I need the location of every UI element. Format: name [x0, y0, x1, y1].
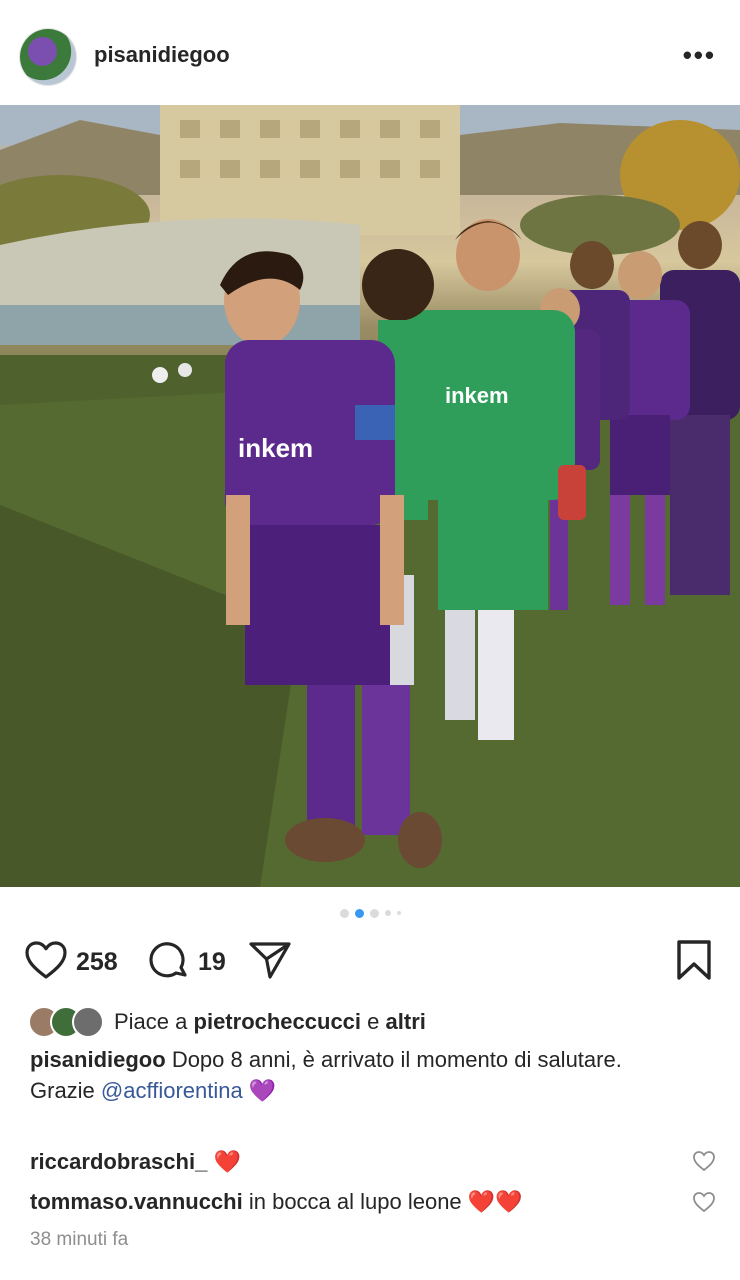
- profile-avatar[interactable]: [20, 29, 76, 85]
- carousel-dot: [384, 910, 391, 916]
- liked-by-user[interactable]: pietrocheccucci: [194, 1009, 362, 1034]
- liked-by-row[interactable]: Piace a pietrocheccucci e altri: [28, 1006, 426, 1038]
- carousel-dot: [369, 908, 379, 918]
- post-caption: pisanidiegoo Dopo 8 anni, è arrivato il …: [30, 1044, 710, 1106]
- caption-text: Dopo 8 anni, è arrivato il momento di sa…: [171, 1047, 622, 1072]
- carousel-dot: [339, 908, 349, 918]
- caption-thanks: Grazie: [30, 1078, 95, 1103]
- comment-like-heart-icon[interactable]: [692, 1191, 716, 1218]
- caption-author[interactable]: pisanidiegoo: [30, 1047, 166, 1072]
- post-photo-illustration: inkem inkem: [0, 105, 740, 887]
- more-options-icon[interactable]: •••: [683, 40, 716, 70]
- like-button[interactable]: 258: [24, 940, 118, 985]
- liked-by-text: Piace a pietrocheccucci e altri: [114, 1009, 426, 1034]
- post-actions: 258 19: [0, 940, 740, 985]
- like-count[interactable]: 258: [76, 948, 118, 977]
- post-header: pisanidiegoo •••: [0, 0, 740, 105]
- comment-like-heart-icon[interactable]: [692, 1150, 716, 1177]
- comment-username[interactable]: riccardobraschi_: [30, 1149, 207, 1174]
- comment-icon: [148, 939, 190, 986]
- send-icon: [248, 940, 292, 985]
- carousel-dot: [396, 911, 401, 915]
- save-button[interactable]: [676, 940, 712, 985]
- carousel-dot-active: [354, 908, 364, 918]
- carousel-indicator: [0, 906, 740, 920]
- comment-item: riccardobraschi_ ❤️: [30, 1149, 670, 1175]
- svg-text:inkem: inkem: [445, 383, 509, 408]
- post-photo[interactable]: inkem inkem: [0, 105, 740, 887]
- post-username[interactable]: pisanidiegoo: [94, 42, 230, 68]
- comment-count[interactable]: 19: [198, 948, 226, 977]
- comment-button[interactable]: 19: [148, 940, 226, 985]
- comment-text: in bocca al lupo leone ❤️❤️: [248, 1189, 523, 1214]
- caption-emoji: 💜: [248, 1078, 277, 1103]
- post-timestamp: 38 minuti fa: [30, 1229, 129, 1250]
- heart-icon: [24, 940, 68, 985]
- svg-text:inkem: inkem: [238, 433, 313, 463]
- caption-mention[interactable]: @acffiorentina: [101, 1078, 243, 1103]
- comment-text: ❤️: [213, 1149, 241, 1174]
- comment-username[interactable]: tommaso.vannucchi: [30, 1189, 243, 1214]
- comment-item: tommaso.vannucchi in bocca al lupo leone…: [30, 1189, 670, 1215]
- share-button[interactable]: [248, 940, 292, 985]
- bookmark-icon: [676, 939, 712, 986]
- liker-avatar: [72, 1006, 104, 1038]
- liked-by-others[interactable]: altri: [386, 1009, 426, 1034]
